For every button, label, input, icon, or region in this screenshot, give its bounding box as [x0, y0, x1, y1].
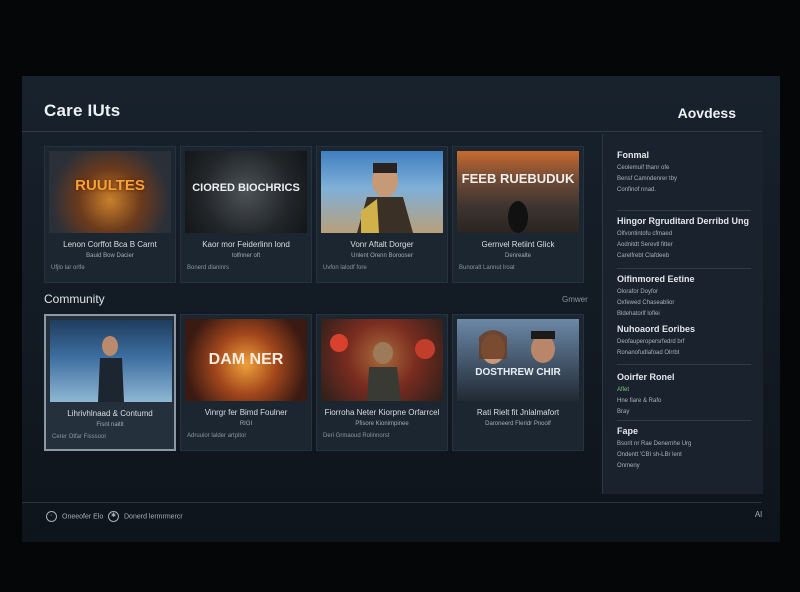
- game-card[interactable]: RUULTES Lenon Corffot Bca B Carnt Bauid …: [44, 146, 176, 283]
- footer-divider: [22, 502, 762, 503]
- sidebar-item[interactable]: Carelfrebt Clafdeeb: [617, 251, 755, 262]
- sidebar-group: Nuhoaord Eoribes Deofauperopersrfedrd br…: [617, 324, 755, 359]
- game-meta: Ufjlo lar orlfe: [51, 265, 85, 271]
- game-subtitle: Bauid Bow Dacier: [86, 253, 134, 259]
- header-divider: [22, 131, 762, 132]
- game-thumbnail: [321, 151, 443, 233]
- game-meta: Adruuior lalder artpitor: [187, 433, 247, 439]
- sidebar-item[interactable]: Bensf Camndenrer tby: [617, 174, 755, 185]
- sidebar-group: Oifinmored Eetine Olorafor Doyfor Oxfewe…: [617, 274, 755, 320]
- sidebar-item[interactable]: Oxfewed Chaseablior: [617, 298, 755, 309]
- sidebar-divider: [617, 268, 751, 269]
- sidebar-heading: Hingor Rgruditard Derribd Ung: [617, 216, 749, 226]
- game-subtitle: Denrealte: [504, 253, 531, 259]
- character-art: [330, 334, 435, 401]
- game-card[interactable]: DAM NER Vinrgr fer Bimd Foulner RIGI Adr…: [180, 314, 312, 451]
- game-meta: Bunoralt Lannut lroat: [459, 265, 515, 271]
- game-title: Gernvel Retiint Glick: [481, 240, 555, 249]
- sidebar-item[interactable]: Onmeny: [617, 461, 755, 472]
- game-title: Lihrivhlnaad & Contumd: [67, 409, 153, 418]
- game-meta: Deri Grmaoud Rolinnorst: [323, 433, 390, 439]
- footer-link-2[interactable]: ✱ Donerd lermrmercr: [108, 511, 183, 522]
- sidebar-item[interactable]: Olfvontintofu cfmaed: [617, 229, 755, 240]
- sidebar-item[interactable]: Olorafor Doyfor: [617, 287, 755, 298]
- sidebar-item[interactable]: Hne fiare & Rafo: [617, 396, 755, 407]
- game-subtitle: Fisnt naitit: [96, 422, 124, 428]
- game-title: Fiorroha Neter Kiorpne Orfarrcel: [324, 408, 440, 417]
- game-subtitle: Pfisore Kionimpinee: [355, 421, 409, 427]
- top-right-link[interactable]: Aovdess: [678, 105, 736, 121]
- character-art: [98, 336, 124, 402]
- game-card[interactable]: Fiorroha Neter Kiorpne Orfarrcel Pfisore…: [316, 314, 448, 451]
- sidebar-heading: Fonmal: [617, 150, 650, 160]
- sidebar-item[interactable]: Confinof nnad.: [617, 185, 755, 196]
- section-more-link[interactable]: Gmwer: [562, 295, 588, 304]
- footer-link-1[interactable]: ◦ Oneeofer Elo: [46, 511, 103, 522]
- game-title: Lenon Corffot Bca B Carnt: [63, 240, 157, 249]
- sidebar-heading: Ooirfer Ronel: [617, 372, 675, 382]
- characters-art: [479, 330, 555, 364]
- game-subtitle: Unlent Orenn Borooser: [351, 253, 413, 259]
- sidebar-divider: [617, 210, 751, 211]
- profile-icon: ◦: [46, 511, 57, 522]
- game-thumbnail: RUULTES: [49, 151, 171, 233]
- game-title: Vinrgr fer Bimd Foulner: [204, 408, 288, 417]
- game-title: Rati Rielt fit Jnlalmafort: [476, 408, 560, 417]
- sidebar-group: Fape Bsorit nr Rae Denernhe Urg Ondentt …: [617, 426, 755, 472]
- sidebar-group: Ooirfer Ronel Aflet Hne fiare & Rafo Bra…: [617, 372, 755, 418]
- app-window: Care IUts Aovdess RUULTES Lenon Corffot …: [22, 76, 780, 542]
- settings-icon: ✱: [108, 511, 119, 522]
- sidebar-group: Hingor Rgruditard Derribd Ung Olfvontint…: [617, 216, 755, 262]
- games-grid-community: Lihrivhlnaad & Contumd Fisnt naitit Cere…: [44, 314, 586, 451]
- game-thumbnail: [50, 320, 172, 402]
- sidebar-item[interactable]: Ondentt 'CBI sh-LBr lent: [617, 450, 755, 461]
- sidebar-group: Fonmal Ceolemuif thanr ofe Bensf Camnden…: [617, 150, 755, 196]
- game-card[interactable]: Vonr Aftalt Dorger Unlent Orenn Borooser…: [316, 146, 448, 283]
- figure-art: [508, 201, 528, 233]
- game-card[interactable]: FEEB RUEBUDUK Gernvel Retiint Glick Denr…: [452, 146, 584, 283]
- sidebar-divider: [617, 420, 751, 421]
- character-art: [357, 163, 413, 233]
- sidebar-panel: Fonmal Ceolemuif thanr ofe Bensf Camnden…: [602, 134, 763, 494]
- sidebar-item[interactable]: Bray: [617, 407, 755, 418]
- sidebar-item[interactable]: Ronanofudlafoad Olrrbt: [617, 348, 755, 359]
- sidebar-divider: [617, 364, 751, 365]
- game-card[interactable]: DOSTHREW CHIR Rati Rielt fit Jnlalmafort…: [452, 314, 584, 451]
- game-subtitle: RIGI: [239, 421, 253, 427]
- sidebar-item[interactable]: Deofauperopersrfedrd brf: [617, 337, 755, 348]
- sidebar-item[interactable]: Ceolemuif thanr ofe: [617, 163, 755, 174]
- game-thumbnail: CIORED BIOCHRICS: [185, 151, 307, 233]
- game-meta: Bonerd dlaninrs: [187, 265, 230, 271]
- game-title: Kaor mor Feiderlinn lond: [202, 240, 290, 249]
- page-title: Care IUts: [44, 101, 121, 120]
- game-thumbnail: DAM NER: [185, 319, 307, 401]
- sidebar-item[interactable]: Bldehatorlf loflei: [617, 309, 755, 320]
- footer-link-label: Oneeofer Elo: [62, 513, 104, 521]
- sidebar-heading: Oifinmored Eetine: [617, 274, 695, 284]
- game-thumbnail: FEEB RUEBUDUK: [457, 151, 579, 233]
- game-meta: Cerer Otfar Fisssoor: [52, 434, 107, 440]
- game-thumbnail: [321, 319, 443, 401]
- game-card-selected[interactable]: Lihrivhlnaad & Contumd Fisnt naitit Cere…: [44, 314, 176, 451]
- game-subtitle: Daroneerd Fleridr Pnoolf: [485, 421, 551, 427]
- section-title-community: Community: [44, 292, 105, 306]
- games-grid-featured: RUULTES Lenon Corffot Bca B Carnt Bauid …: [44, 146, 586, 283]
- sidebar-item[interactable]: Aodnitdt Serevtl fitter: [617, 240, 755, 251]
- game-meta: Uvfon lalodf fore: [323, 265, 367, 271]
- game-card[interactable]: CIORED BIOCHRICS Kaor mor Feiderlinn lon…: [180, 146, 312, 283]
- game-thumbnail: DOSTHREW CHIR: [457, 319, 579, 401]
- sidebar-heading: Nuhoaord Eoribes: [617, 324, 696, 334]
- footer-link-label: Donerd lermrmercr: [124, 513, 183, 521]
- game-subtitle: tolfnner oft: [231, 253, 261, 259]
- sidebar-item[interactable]: Bsorit nr Rae Denernhe Urg: [617, 439, 755, 450]
- footer-right-control[interactable]: Al: [755, 510, 762, 519]
- sidebar-heading: Fape: [617, 426, 639, 436]
- game-title: Vonr Aftalt Dorger: [350, 240, 414, 249]
- sidebar-status: Aflet: [617, 387, 630, 393]
